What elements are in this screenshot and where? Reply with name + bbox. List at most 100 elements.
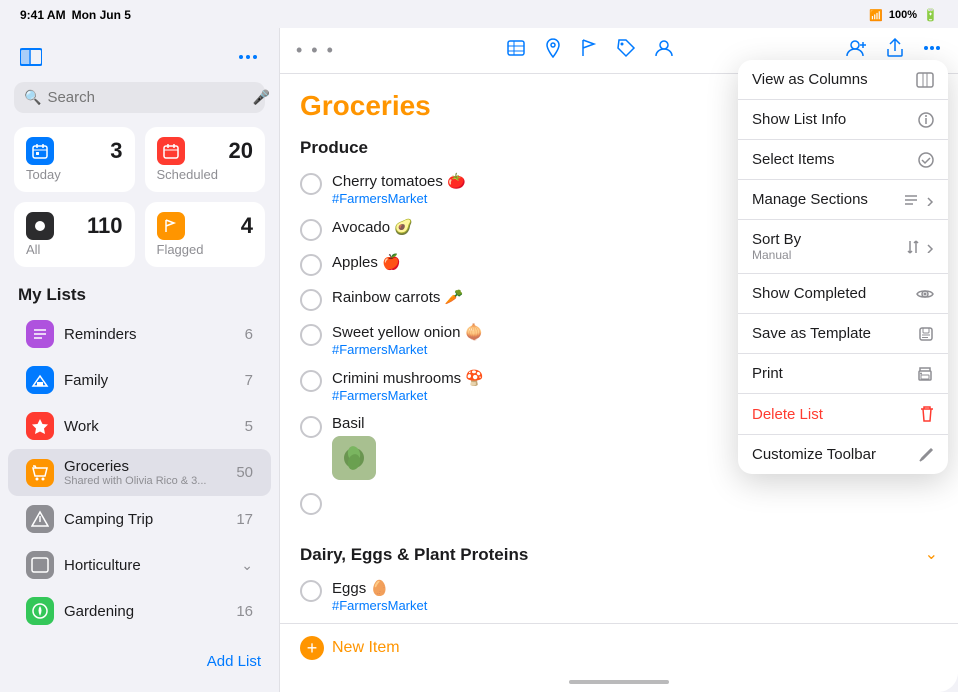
dairy-section-title: Dairy, Eggs & Plant Proteins	[300, 545, 528, 565]
reminders-label: Reminders	[64, 326, 235, 343]
rainbow-carrots-checkbox[interactable]	[300, 289, 322, 311]
stat-all[interactable]: 110 All	[14, 202, 135, 267]
my-lists-header: My Lists	[0, 281, 279, 311]
stat-today[interactable]: 3 Today	[14, 127, 135, 192]
cherry-tomatoes-checkbox[interactable]	[300, 173, 322, 195]
dropdown-select-items[interactable]: Select Items	[738, 140, 948, 180]
camping-icon	[26, 505, 54, 533]
person-icon[interactable]	[654, 38, 674, 63]
location-icon[interactable]	[544, 38, 562, 63]
family-label: Family	[64, 372, 235, 389]
sidebar-toggle-button[interactable]	[16, 42, 46, 72]
sort-by-sub: Manual	[752, 248, 801, 262]
todo-item-empty	[300, 486, 938, 521]
sidebar-item-gardening[interactable]: Gardening 16	[8, 588, 271, 634]
more-options-button[interactable]	[233, 42, 263, 72]
sidebar-item-family[interactable]: Family 7	[8, 357, 271, 403]
delete-list-label: Delete List	[752, 406, 823, 423]
show-completed-label: Show Completed	[752, 285, 866, 302]
toolbar-dots: • • •	[296, 40, 335, 61]
all-icon	[26, 212, 54, 240]
new-item-plus-button[interactable]: +	[300, 636, 324, 660]
groceries-text-block: Groceries Shared with Olivia Rico & 3...	[64, 458, 226, 487]
print-label: Print	[752, 365, 783, 382]
groceries-count: 50	[236, 464, 253, 481]
dairy-section: Dairy, Eggs & Plant Proteins ⌄ Eggs 🥚 #F…	[300, 535, 938, 619]
dairy-collapse-icon[interactable]: ⌄	[925, 544, 938, 564]
new-item-bar: + New Item	[280, 623, 958, 672]
eggs-text: Eggs 🥚 #FarmersMarket	[332, 579, 938, 613]
apples-checkbox[interactable]	[300, 254, 322, 276]
flag-icon[interactable]	[580, 38, 598, 63]
show-completed-icon-area	[916, 287, 934, 301]
show-list-info-icon-area	[918, 112, 934, 128]
home-bar	[569, 680, 669, 684]
flagged-icon	[157, 212, 185, 240]
crimini-checkbox[interactable]	[300, 370, 322, 392]
all-label: All	[26, 242, 123, 257]
basil-checkbox[interactable]	[300, 416, 322, 438]
sort-by-icon-area	[906, 239, 934, 255]
dropdown-print[interactable]: Print	[738, 354, 948, 394]
gardening-label: Gardening	[64, 603, 226, 620]
customize-toolbar-label: Customize Toolbar	[752, 446, 876, 463]
sidebar-lists-section: My Lists Reminders 6	[0, 281, 279, 641]
add-list-button[interactable]: Add List	[0, 641, 279, 682]
work-icon	[26, 412, 54, 440]
toolbar-center-icons	[506, 38, 674, 63]
all-count: 110	[87, 213, 123, 239]
basil-image	[332, 436, 376, 480]
sidebar-item-horticulture[interactable]: Horticulture ⌄	[8, 542, 271, 588]
dropdown-customize-toolbar[interactable]: Customize Toolbar	[738, 435, 948, 474]
dropdown-manage-sections[interactable]: Manage Sections	[738, 180, 948, 220]
empty-checkbox[interactable]	[300, 493, 322, 515]
avocado-checkbox[interactable]	[300, 219, 322, 241]
grid-view-icon[interactable]	[506, 38, 526, 63]
dropdown-save-template[interactable]: Save as Template	[738, 314, 948, 354]
stat-scheduled[interactable]: 20 Scheduled	[145, 127, 266, 192]
groceries-label: Groceries	[64, 458, 226, 475]
sidebar-item-camping-trip[interactable]: Camping Trip 17	[8, 496, 271, 542]
mic-icon[interactable]: 🎤	[252, 89, 269, 106]
family-count: 7	[245, 372, 253, 389]
status-right: 📶 100% 🔋	[869, 8, 938, 22]
horticulture-collapse-icon[interactable]: ⌄	[241, 557, 253, 574]
sort-by-text-block: Sort By Manual	[752, 231, 801, 262]
today-icon	[26, 137, 54, 165]
eggs-checkbox[interactable]	[300, 580, 322, 602]
save-template-icon-area	[918, 326, 934, 342]
dropdown-show-completed[interactable]: Show Completed	[738, 274, 948, 314]
reminders-count: 6	[245, 326, 253, 343]
tag-icon[interactable]	[616, 38, 636, 63]
delete-list-icon-area	[920, 405, 934, 423]
reminders-icon	[26, 320, 54, 348]
sidebar-item-groceries[interactable]: Groceries Shared with Olivia Rico & 3...…	[8, 449, 271, 496]
view-columns-label: View as Columns	[752, 71, 868, 88]
search-input[interactable]	[47, 89, 246, 106]
stat-flagged[interactable]: 4 Flagged	[145, 202, 266, 267]
dropdown-sort-by[interactable]: Sort By Manual	[738, 220, 948, 274]
sidebar-item-reminders[interactable]: Reminders 6	[8, 311, 271, 357]
sort-by-label: Sort By	[752, 231, 801, 248]
search-bar[interactable]: 🔍 🎤	[14, 82, 265, 113]
new-item-label[interactable]: New Item	[332, 639, 400, 657]
scheduled-count: 20	[229, 138, 253, 164]
flagged-label: Flagged	[157, 242, 254, 257]
horticulture-icon	[26, 551, 54, 579]
eggs-title: Eggs 🥚	[332, 579, 938, 597]
horticulture-label: Horticulture	[64, 557, 231, 574]
manage-sections-label: Manage Sections	[752, 191, 868, 208]
dropdown-view-columns[interactable]: View as Columns	[738, 60, 948, 100]
camping-count: 17	[236, 511, 253, 528]
dropdown-show-list-info[interactable]: Show List Info	[738, 100, 948, 140]
sidebar-item-work[interactable]: Work 5	[8, 403, 271, 449]
gardening-icon	[26, 597, 54, 625]
status-left: 9:41 AM Mon Jun 5	[20, 8, 131, 22]
work-label: Work	[64, 418, 235, 435]
view-columns-icon-area	[916, 72, 934, 88]
work-count: 5	[245, 418, 253, 435]
eggs-tag[interactable]: #FarmersMarket	[332, 598, 938, 613]
dropdown-delete-list[interactable]: Delete List	[738, 394, 948, 435]
battery: 100%	[889, 9, 917, 21]
sweet-onion-checkbox[interactable]	[300, 324, 322, 346]
